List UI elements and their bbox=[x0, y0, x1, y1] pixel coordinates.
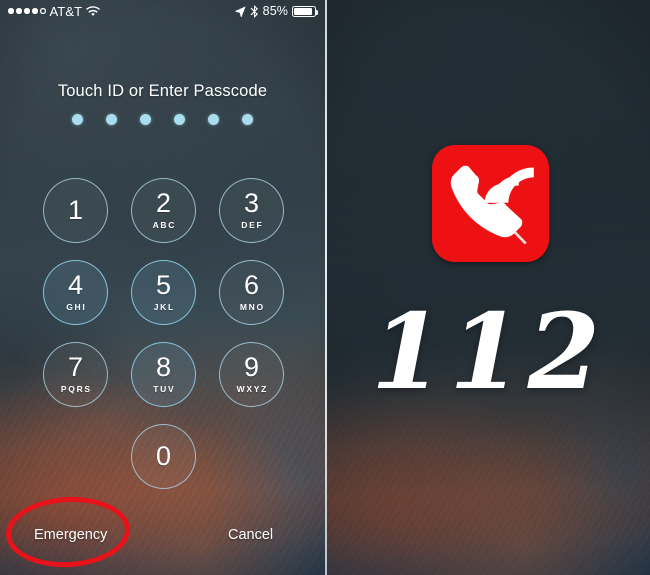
keypad-key-5[interactable]: 5 JKL bbox=[131, 260, 196, 325]
keypad-letters: PQRS bbox=[60, 383, 92, 394]
keypad-letters: JKL bbox=[153, 301, 175, 312]
keypad-digit: 9 bbox=[243, 351, 260, 382]
right-panel-emergency-call: 112 bbox=[327, 0, 650, 575]
dialed-number: 112 bbox=[370, 290, 607, 413]
battery-icon bbox=[292, 5, 319, 17]
page-title: Touch ID or Enter Passcode bbox=[57, 82, 268, 100]
keypad-key-0[interactable]: 0 bbox=[131, 424, 196, 489]
bluetooth-icon bbox=[250, 4, 259, 18]
keypad-digit: 2 bbox=[155, 187, 172, 218]
passcode-dot bbox=[174, 114, 185, 125]
keypad-digit: 7 bbox=[67, 351, 84, 382]
status-bar: AT&T 85% bbox=[0, 0, 325, 22]
keypad-letters: WXYZ bbox=[236, 383, 269, 394]
keypad-letters: DEF bbox=[241, 219, 264, 230]
keypad-digit: 3 bbox=[243, 187, 260, 218]
keypad-digit: 5 bbox=[155, 269, 172, 300]
passcode-dot bbox=[208, 114, 219, 125]
status-bar-right: 85% bbox=[235, 4, 325, 18]
signal-strength-dots bbox=[8, 8, 46, 14]
keypad-letters: GHI bbox=[66, 301, 87, 312]
keypad-letters: MNO bbox=[239, 301, 265, 312]
screenshot-root: AT&T 85% Touch ID or Enter Passcode 1 2 … bbox=[0, 0, 650, 575]
keypad-key-2[interactable]: 2 ABC bbox=[131, 178, 196, 243]
keypad-letters: TUV bbox=[153, 383, 176, 394]
keypad-digit: 1 bbox=[67, 195, 84, 225]
keypad-key-7[interactable]: 7 PQRS bbox=[43, 342, 108, 407]
keypad-letters: ABC bbox=[152, 219, 177, 230]
keypad-key-3[interactable]: 3 DEF bbox=[219, 178, 284, 243]
phone-ringing-icon bbox=[432, 145, 549, 262]
passcode-dots bbox=[0, 114, 325, 125]
location-arrow-icon bbox=[235, 5, 246, 17]
battery-percent-label: 85% bbox=[262, 4, 288, 18]
carrier-label: AT&T bbox=[49, 3, 83, 19]
cancel-button[interactable]: Cancel bbox=[228, 527, 273, 543]
keypad-digit: 6 bbox=[243, 269, 260, 300]
keypad-key-9[interactable]: 9 WXYZ bbox=[219, 342, 284, 407]
passcode-dot bbox=[72, 114, 83, 125]
keypad-key-4[interactable]: 4 GHI bbox=[43, 260, 108, 325]
passcode-dot bbox=[106, 114, 117, 125]
passcode-dot bbox=[242, 114, 253, 125]
keypad-digit: 4 bbox=[67, 269, 84, 300]
passcode-keypad: 1 2 ABC 3 DEF 4 GHI 5 JKL 6 MNO 7 PQRS 8… bbox=[43, 178, 284, 489]
wifi-icon bbox=[86, 5, 101, 17]
passcode-dot bbox=[140, 114, 151, 125]
keypad-key-6[interactable]: 6 MNO bbox=[219, 260, 284, 325]
wallpaper-vignette bbox=[327, 0, 650, 575]
keypad-digit: 0 bbox=[155, 441, 172, 471]
keypad-digit: 8 bbox=[155, 351, 172, 382]
keypad-key-1[interactable]: 1 bbox=[43, 178, 108, 243]
status-bar-left: AT&T bbox=[0, 3, 101, 19]
keypad-key-8[interactable]: 8 TUV bbox=[131, 342, 196, 407]
left-panel-lock-screen: AT&T 85% Touch ID or Enter Passcode 1 2 … bbox=[0, 0, 325, 575]
